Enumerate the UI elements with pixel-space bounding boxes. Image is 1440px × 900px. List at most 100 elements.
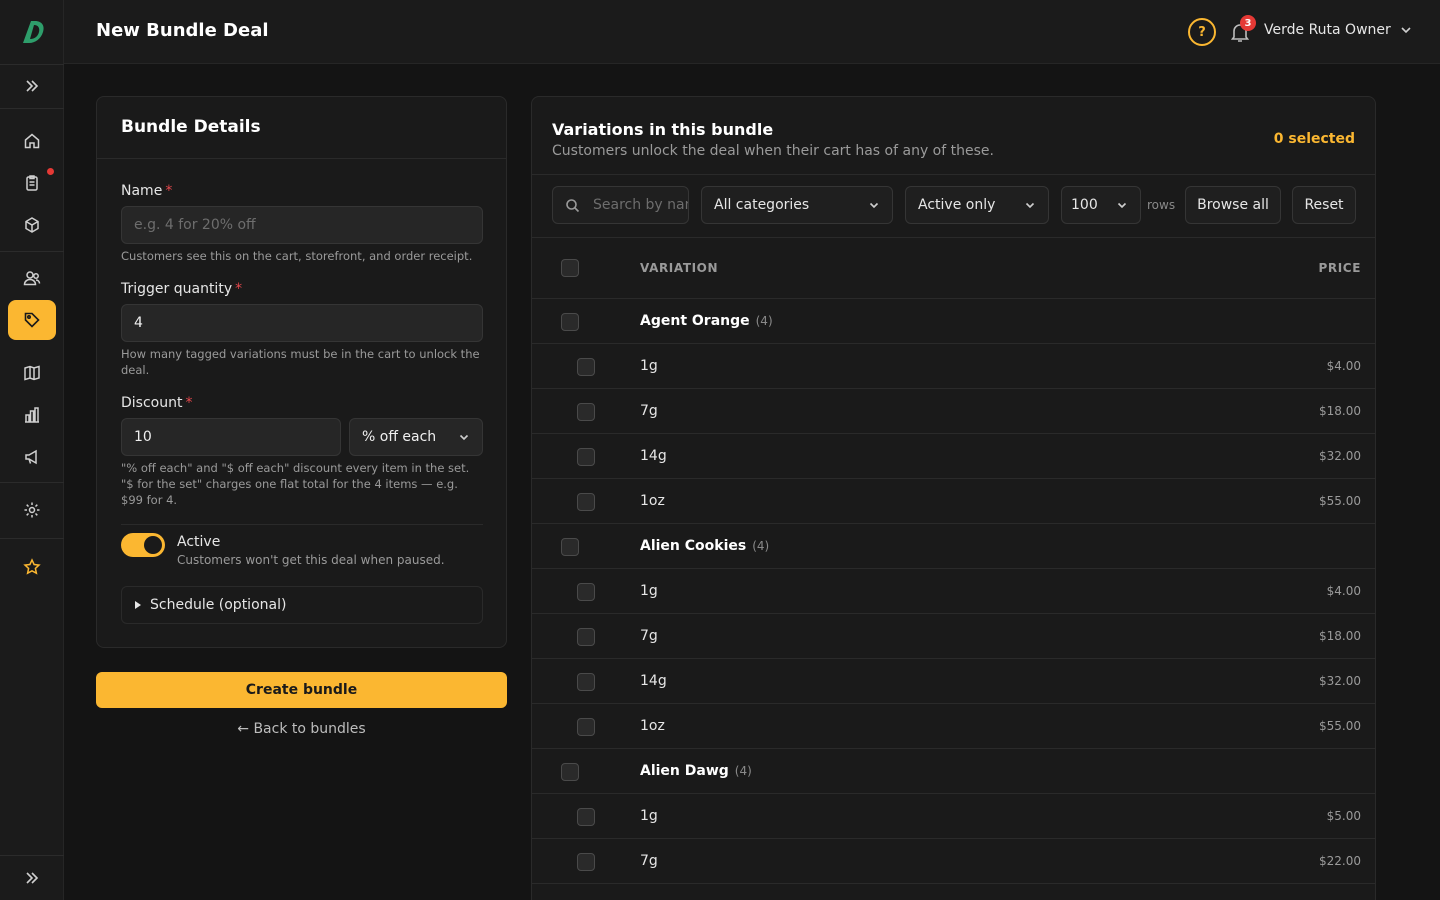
- logo[interactable]: [14, 14, 50, 50]
- group-row[interactable]: Agent Orange (4): [532, 299, 1375, 344]
- expand-sidebar-icon[interactable]: [8, 66, 56, 106]
- variation-row[interactable]: 1oz $55.00: [532, 704, 1375, 749]
- discount-value-input[interactable]: 10: [121, 418, 341, 456]
- browse-all-button[interactable]: Browse all: [1185, 186, 1281, 224]
- group-count: (4): [752, 539, 770, 553]
- page-title: New Bundle Deal: [96, 20, 269, 41]
- products-box-icon[interactable]: [8, 205, 56, 245]
- active-toggle[interactable]: [121, 533, 165, 557]
- card-title: Bundle Details: [121, 117, 261, 137]
- home-icon[interactable]: [8, 121, 56, 161]
- caret-right-icon: [135, 601, 141, 609]
- user-menu[interactable]: Verde Ruta Owner: [1264, 22, 1413, 38]
- trigger-quantity-input[interactable]: 4: [121, 304, 483, 342]
- search-input[interactable]: Search by name: [552, 186, 689, 224]
- variation-price: $18.00: [1319, 629, 1361, 643]
- group-checkbox[interactable]: [561, 313, 579, 331]
- variations-title: Variations in this bundle: [552, 120, 774, 139]
- variation-checkbox[interactable]: [577, 448, 595, 466]
- group-name: Agent Orange (4): [640, 313, 773, 329]
- variation-checkbox[interactable]: [577, 358, 595, 376]
- variation-name: 1g: [640, 583, 658, 599]
- name-help: Customers see this on the cart, storefro…: [121, 249, 473, 263]
- variation-name: 14g: [640, 673, 667, 689]
- group-checkbox[interactable]: [561, 538, 579, 556]
- discount-help: "% off each" and "$ off each" discount e…: [121, 461, 470, 507]
- variation-row[interactable]: 1oz $55.00: [532, 479, 1375, 524]
- table-header: VARIATION PRICE: [532, 238, 1375, 299]
- schedule-toggle[interactable]: Schedule (optional): [121, 586, 483, 624]
- variation-checkbox[interactable]: [577, 853, 595, 871]
- chevron-down-icon: [869, 202, 879, 209]
- marketing-megaphone-icon[interactable]: [8, 437, 56, 477]
- variation-checkbox[interactable]: [577, 628, 595, 646]
- deals-tag-icon[interactable]: [8, 300, 56, 340]
- variation-row[interactable]: 7g $22.00: [532, 839, 1375, 884]
- top-header: New Bundle Deal ? 3 Verde Ruta Owner: [64, 0, 1440, 64]
- rows-label: rows: [1147, 198, 1176, 212]
- status-select[interactable]: Active only: [905, 186, 1049, 224]
- variation-row[interactable]: 1g $5.00: [532, 794, 1375, 839]
- bundle-details-card: Bundle Details Name * e.g. 4 for 20% off …: [96, 96, 507, 648]
- variation-checkbox[interactable]: [577, 673, 595, 691]
- collapse-sidebar-icon[interactable]: [8, 858, 56, 898]
- variation-price: $4.00: [1326, 584, 1361, 598]
- name-input[interactable]: e.g. 4 for 20% off: [121, 206, 483, 244]
- create-bundle-button[interactable]: Create bundle: [96, 672, 507, 708]
- selected-count: 0 selected: [1273, 131, 1355, 147]
- chevron-down-icon: [1117, 202, 1127, 209]
- trigger-quantity-label: Trigger quantity *: [121, 281, 243, 297]
- chevron-down-icon: [1025, 202, 1035, 209]
- settings-gear-icon[interactable]: [8, 490, 56, 530]
- trigger-quantity-help: How many tagged variations must be in th…: [121, 347, 480, 377]
- variation-price: $4.00: [1326, 359, 1361, 373]
- variation-row[interactable]: 1g $4.00: [532, 569, 1375, 614]
- group-name: Alien Cookies (4): [640, 538, 770, 554]
- sidebar: [0, 0, 64, 900]
- variation-name: 1g: [640, 358, 658, 374]
- variation-name: 14g: [640, 448, 667, 464]
- variation-checkbox[interactable]: [577, 403, 595, 421]
- variation-price: $55.00: [1319, 494, 1361, 508]
- variation-checkbox[interactable]: [577, 583, 595, 601]
- variation-checkbox[interactable]: [577, 808, 595, 826]
- group-row[interactable]: Alien Dawg (4): [532, 749, 1375, 794]
- variation-price: $32.00: [1319, 449, 1361, 463]
- variation-row[interactable]: 7g $18.00: [532, 389, 1375, 434]
- active-help: Customers won't get this deal when pause…: [177, 553, 445, 567]
- group-checkbox[interactable]: [561, 763, 579, 781]
- orders-icon[interactable]: [8, 163, 56, 203]
- back-to-bundles-link[interactable]: ← Back to bundles: [96, 721, 507, 737]
- group-row[interactable]: Alien Cookies (4): [532, 524, 1375, 569]
- variation-name: 7g: [640, 853, 658, 869]
- variation-price: $18.00: [1319, 404, 1361, 418]
- variation-row[interactable]: 14g $32.00: [532, 434, 1375, 479]
- notification-badge: 3: [1240, 15, 1256, 31]
- active-label: Active: [177, 534, 221, 550]
- reset-button[interactable]: Reset: [1292, 186, 1356, 224]
- user-name: Verde Ruta Owner: [1264, 22, 1391, 38]
- variation-price: $5.00: [1326, 809, 1361, 823]
- chevron-down-icon: [459, 434, 469, 441]
- rows-select[interactable]: 100: [1061, 186, 1141, 224]
- menu-book-icon[interactable]: [8, 353, 56, 393]
- variation-checkbox[interactable]: [577, 493, 595, 511]
- discount-type-select[interactable]: % off each: [349, 418, 483, 456]
- reports-chart-icon[interactable]: [8, 395, 56, 435]
- category-select[interactable]: All categories: [701, 186, 893, 224]
- variation-row[interactable]: 1g $4.00: [532, 344, 1375, 389]
- variation-name: 1oz: [640, 493, 665, 509]
- favorites-star-icon[interactable]: [8, 547, 56, 587]
- select-all-checkbox[interactable]: [561, 259, 579, 277]
- variation-name: 1oz: [640, 718, 665, 734]
- variation-price: $32.00: [1319, 674, 1361, 688]
- help-icon[interactable]: ?: [1188, 18, 1216, 46]
- name-label: Name *: [121, 183, 173, 199]
- customers-icon[interactable]: [8, 258, 56, 298]
- group-count: (4): [755, 314, 773, 328]
- variation-row[interactable]: 7g $18.00: [532, 614, 1375, 659]
- chevron-down-icon: [1401, 27, 1411, 34]
- variation-name: 1g: [640, 808, 658, 824]
- variation-checkbox[interactable]: [577, 718, 595, 736]
- variation-row[interactable]: 14g $32.00: [532, 659, 1375, 704]
